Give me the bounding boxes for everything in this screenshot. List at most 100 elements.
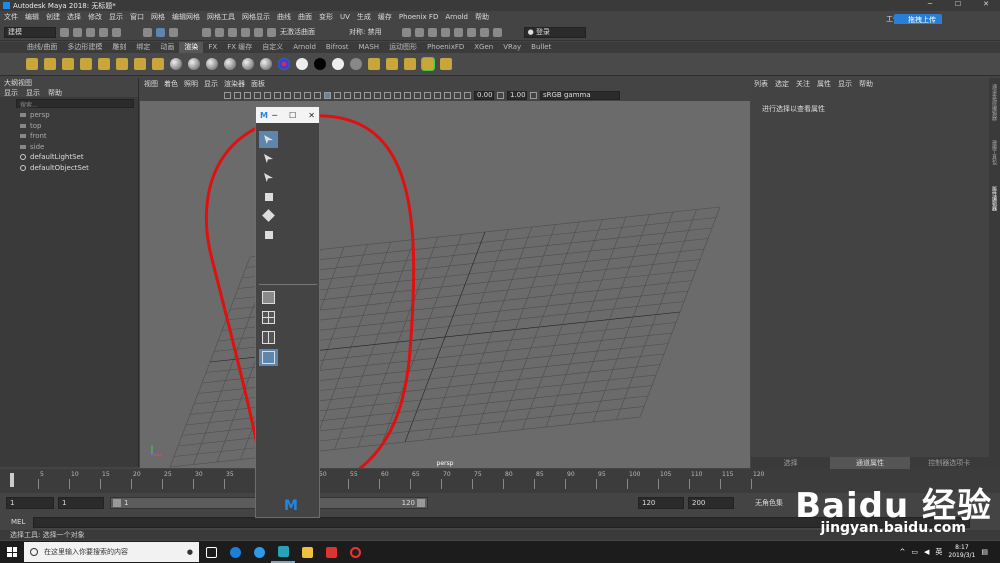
ambient-occlusion-icon[interactable] bbox=[384, 91, 391, 99]
shelf-tab[interactable]: 绑定 bbox=[131, 42, 155, 53]
shelf-tab[interactable]: FX bbox=[203, 42, 222, 53]
shelf-tab[interactable]: 渲染 bbox=[179, 42, 204, 53]
volume-light-icon[interactable] bbox=[98, 58, 110, 70]
select-object-icon[interactable] bbox=[156, 27, 165, 37]
snap-point-icon[interactable] bbox=[228, 27, 237, 37]
select-hierarchy-icon[interactable] bbox=[143, 27, 152, 37]
outliner-menu-display[interactable]: 显示 bbox=[4, 88, 18, 97]
attr-menu-show[interactable]: 显示 bbox=[838, 79, 852, 89]
four-view-layout-button[interactable] bbox=[259, 309, 278, 326]
viewport-menu-panels[interactable]: 面板 bbox=[251, 79, 265, 89]
render-sequence-icon[interactable] bbox=[152, 58, 164, 70]
blinn-sphere-icon[interactable] bbox=[170, 58, 182, 70]
file-explorer-button[interactable] bbox=[295, 541, 319, 563]
shelf-tab[interactable]: MASH bbox=[354, 42, 385, 53]
ambient-light-icon[interactable] bbox=[116, 58, 128, 70]
open-scene-icon[interactable] bbox=[73, 27, 82, 37]
color-space-dropdown[interactable]: sRGB gamma bbox=[540, 90, 620, 100]
smooth-shade-icon[interactable] bbox=[334, 91, 341, 99]
motion-blur-icon[interactable] bbox=[394, 91, 401, 99]
network-icon[interactable]: ▭ bbox=[911, 548, 918, 556]
side-tab-attr[interactable]: 属性编辑器 bbox=[991, 186, 998, 211]
shelf-tab[interactable]: Bullet bbox=[526, 42, 556, 53]
viewport-menu-view[interactable]: 视图 bbox=[144, 79, 158, 89]
render-view-icon[interactable] bbox=[453, 27, 463, 37]
toolbox-maximize-button[interactable]: ☐ bbox=[289, 111, 296, 120]
shelf-tab[interactable]: XGen bbox=[469, 42, 498, 53]
menu-item[interactable]: 生成 bbox=[357, 12, 371, 22]
outliner-layout-button[interactable] bbox=[259, 349, 278, 366]
login-dropdown[interactable]: ● 登录 bbox=[523, 26, 586, 38]
menu-item[interactable]: 编辑 bbox=[25, 12, 39, 22]
snap-curve-icon[interactable] bbox=[215, 27, 224, 37]
shadows-icon[interactable] bbox=[374, 91, 381, 99]
shelf-tab[interactable]: 曲线/曲面 bbox=[22, 42, 62, 53]
camera-attr-icon[interactable] bbox=[224, 91, 231, 99]
outliner-item-side[interactable]: side bbox=[0, 142, 138, 153]
qq-button[interactable] bbox=[343, 541, 367, 563]
gamma-field[interactable]: 1.00 bbox=[507, 90, 527, 100]
single-perspective-layout-button[interactable] bbox=[259, 289, 278, 306]
image-plane-icon[interactable] bbox=[244, 91, 251, 99]
live-surface-icon[interactable] bbox=[267, 27, 276, 37]
render-frame-icon[interactable] bbox=[401, 27, 411, 37]
attr-menu-attributes[interactable]: 属性 bbox=[817, 79, 831, 89]
wireframe-icon[interactable] bbox=[324, 91, 331, 99]
attr-tab-select[interactable]: 选择 bbox=[751, 457, 830, 469]
notification-icon[interactable]: ▤ bbox=[981, 548, 988, 556]
menu-item[interactable]: UV bbox=[340, 13, 350, 21]
safe-title-icon[interactable] bbox=[314, 91, 321, 99]
range-handle-right[interactable] bbox=[417, 499, 425, 507]
outliner-menu-help[interactable]: 帮助 bbox=[48, 88, 62, 97]
toolbox-minimize-button[interactable]: ─ bbox=[272, 111, 277, 120]
lambert-sphere-icon[interactable] bbox=[188, 58, 200, 70]
shading-map-icon[interactable] bbox=[332, 58, 344, 70]
hair-tube-icon[interactable] bbox=[350, 58, 362, 70]
shelf-tab[interactable]: 雕刻 bbox=[107, 42, 131, 53]
volume-icon[interactable]: ◀ bbox=[924, 548, 929, 556]
viewport-menu-renderer[interactable]: 渲染器 bbox=[224, 79, 245, 89]
close-button[interactable]: ✕ bbox=[972, 0, 1000, 8]
shelf-tab[interactable]: PhoenixFD bbox=[422, 42, 469, 53]
lights-icon[interactable] bbox=[364, 91, 371, 99]
symmetry-label[interactable]: 对称: 禁用 bbox=[349, 27, 382, 37]
film-gate-icon[interactable] bbox=[264, 91, 271, 99]
batch-render-icon[interactable] bbox=[368, 58, 380, 70]
menu-item[interactable]: 曲线 bbox=[277, 12, 291, 22]
select-tool-button[interactable] bbox=[259, 131, 278, 148]
toolbox-close-button[interactable]: ✕ bbox=[308, 111, 315, 120]
minimize-button[interactable]: ─ bbox=[916, 0, 944, 8]
render-pass-icon[interactable] bbox=[404, 58, 416, 70]
textured-icon[interactable] bbox=[354, 91, 361, 99]
shelf-tab[interactable]: 运动图形 bbox=[384, 42, 422, 53]
outliner-menu-show[interactable]: 显示 bbox=[26, 88, 40, 97]
surface-shader-white-icon[interactable] bbox=[296, 58, 308, 70]
exposure-field[interactable]: 0.00 bbox=[474, 90, 494, 100]
outliner-item-object-set[interactable]: defaultObjectSet bbox=[0, 163, 138, 174]
attr-tab-attributes[interactable]: 通道属性 bbox=[830, 457, 910, 469]
outliner-search-input[interactable]: 搜索... bbox=[16, 99, 134, 109]
save-scene-icon[interactable] bbox=[86, 27, 95, 37]
viewport-menu-lighting[interactable]: 照明 bbox=[184, 79, 198, 89]
point-light-icon[interactable] bbox=[26, 58, 38, 70]
maya-taskbar-button[interactable] bbox=[271, 541, 295, 563]
attr-menu-help[interactable]: 帮助 bbox=[859, 79, 873, 89]
current-frame-field[interactable]: 1 bbox=[58, 497, 104, 509]
color-management-icon[interactable] bbox=[530, 91, 537, 99]
field-chart-icon[interactable] bbox=[294, 91, 301, 99]
xray-components-icon[interactable] bbox=[454, 91, 461, 99]
max-end-frame-field[interactable]: 200 bbox=[688, 497, 734, 509]
shelf-tab[interactable]: FX 缓存 bbox=[222, 42, 257, 53]
side-tab-channel[interactable]: 通道盒/层编辑器 bbox=[991, 84, 998, 121]
snap-grid-icon[interactable] bbox=[202, 27, 211, 37]
camera-icon[interactable] bbox=[134, 58, 146, 70]
outliner-item-front[interactable]: front bbox=[0, 131, 138, 142]
menu-item[interactable]: 文件 bbox=[4, 12, 18, 22]
attr-menu-list[interactable]: 列表 bbox=[754, 79, 768, 89]
snap-projected-icon[interactable] bbox=[241, 27, 250, 37]
mode-dropdown[interactable]: 建模 bbox=[4, 26, 56, 38]
menu-item[interactable]: 编辑网格 bbox=[172, 12, 200, 22]
redo-icon[interactable] bbox=[112, 27, 121, 37]
persp-viewport[interactable]: persp bbox=[140, 101, 750, 468]
anisotropic-sphere-icon[interactable] bbox=[242, 58, 254, 70]
